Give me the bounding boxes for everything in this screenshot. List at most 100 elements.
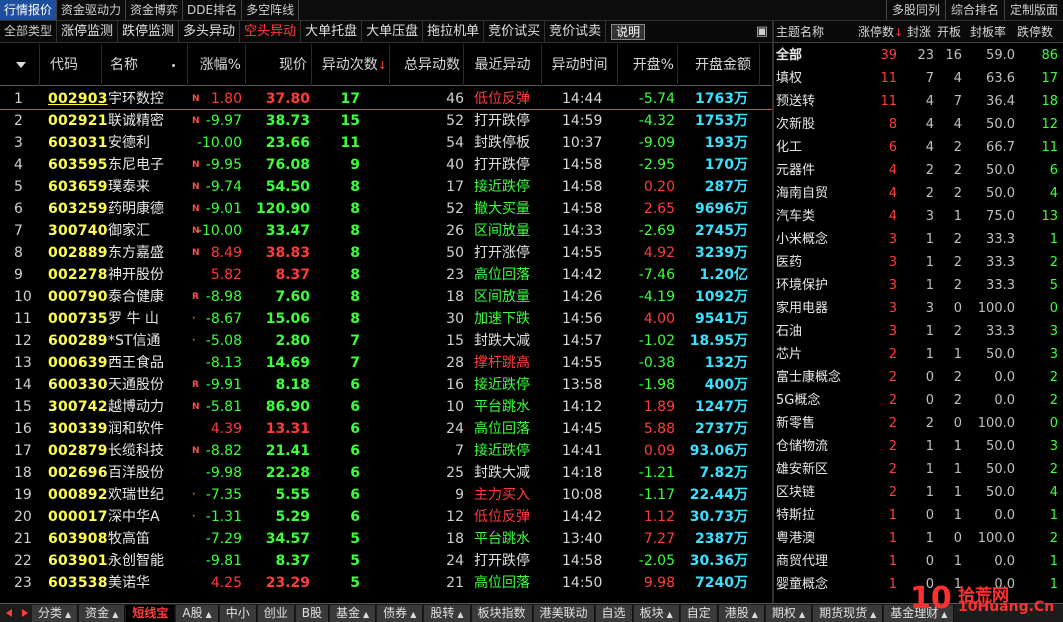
table-row[interactable]: 11 000735 罗 牛 山 · -8.67 15.06 8 30 加速下跌 14:56 4.00…: [0, 308, 772, 330]
theme-name[interactable]: 环境保护: [776, 274, 828, 297]
table-row[interactable]: 1 002903 宇环数控 N 1.80 37.80 17 46 低位反弹 14:44 -5.74 1…: [0, 88, 772, 110]
table-row[interactable]: 7 300740 御家汇 N -10.00 33.47 8 26 区间放量 14:33 -2.69 2…: [0, 220, 772, 242]
stock-name[interactable]: 百洋股份: [108, 462, 164, 484]
theme-name[interactable]: 雄安新区: [776, 458, 828, 481]
bottom-tab-14[interactable]: 自定: [680, 604, 718, 622]
bottom-tab-8[interactable]: 债券 ▲: [377, 604, 424, 622]
theme-name[interactable]: 小米概念: [776, 228, 828, 251]
stock-code[interactable]: 603595: [48, 154, 108, 176]
stock-name[interactable]: 东尼电子: [108, 154, 164, 176]
stock-code[interactable]: 000639: [48, 352, 108, 374]
monitor-tab-3[interactable]: 多头异动: [179, 21, 241, 42]
stock-code[interactable]: 603659: [48, 176, 108, 198]
stock-name[interactable]: 西王食品: [108, 352, 164, 374]
monitor-tab-5[interactable]: 大单托盘: [301, 21, 363, 42]
stock-name[interactable]: 欢瑞世纪: [108, 484, 164, 506]
stock-name[interactable]: 联诚精密: [108, 110, 164, 132]
top-tab-4[interactable]: 多空阵线: [242, 0, 300, 20]
theme-name[interactable]: 芯片: [776, 343, 802, 366]
stock-name[interactable]: 长缆科技: [108, 440, 164, 462]
stock-name[interactable]: 天通股份: [108, 374, 164, 396]
theme-row[interactable]: 仓储物流 2 1 1 50.0 3: [774, 435, 1063, 458]
top-tab-2[interactable]: 资金博弈: [126, 0, 184, 20]
col-header-total[interactable]: 总异动数: [390, 44, 464, 86]
prev-arrow-icon[interactable]: [4, 607, 16, 620]
table-row[interactable]: 13 000639 西王食品 -8.13 14.69 7 28 撑杆跳高 14:55 -0.38 1…: [0, 352, 772, 374]
stock-name[interactable]: 永创智能: [108, 550, 164, 572]
stock-code[interactable]: 300742: [48, 396, 108, 418]
table-row[interactable]: 20 000017 深中华A · -1.31 5.29 6 12 低位反弹 14:42 1.12 30…: [0, 506, 772, 528]
theme-col-opened[interactable]: 开板: [937, 21, 961, 43]
theme-row[interactable]: 预送转 11 4 7 36.4 18: [774, 90, 1063, 113]
col-header-time[interactable]: 异动时间: [542, 44, 618, 86]
bottom-tab-4[interactable]: 中小: [219, 604, 257, 622]
theme-row[interactable]: 汽车类 4 3 1 75.0 13: [774, 205, 1063, 228]
theme-name[interactable]: 区块链: [776, 481, 815, 504]
bottom-tab-11[interactable]: 港美联动: [533, 604, 595, 622]
table-row[interactable]: 2 002921 联诚精密 N -9.97 38.73 15 52 打开跌停 14:59 -4.32…: [0, 110, 772, 132]
stock-name[interactable]: 药明康德: [108, 198, 164, 220]
stock-name[interactable]: 润和软件: [108, 418, 164, 440]
theme-col-rate[interactable]: 封板率: [970, 21, 1006, 43]
stock-code[interactable]: 600289: [48, 330, 108, 352]
theme-name[interactable]: 5G概念: [776, 389, 820, 412]
theme-col-name[interactable]: 主题名称: [776, 21, 824, 43]
col-header-count[interactable]: 异动次数↓: [312, 44, 390, 86]
stock-name[interactable]: 美诺华: [108, 572, 150, 594]
stock-code[interactable]: 002879: [48, 440, 108, 462]
bottom-tab-10[interactable]: 板块指数: [471, 604, 533, 622]
col-header-open[interactable]: 开盘%: [618, 44, 678, 86]
table-row[interactable]: 17 002879 长缆科技 N -8.82 21.41 6 7 接近跌停 14:41 0.09 93…: [0, 440, 772, 462]
bottom-tab-0[interactable]: 分类 ▲: [32, 604, 79, 622]
theme-row[interactable]: 元器件 4 2 2 50.0 6: [774, 159, 1063, 182]
bottom-tab-12[interactable]: 自选: [595, 604, 633, 622]
table-row[interactable]: 10 000790 泰合健康 R -8.98 7.60 8 18 区间放量 14:26 -4.19 1…: [0, 286, 772, 308]
theme-name[interactable]: 海南自贸: [776, 182, 828, 205]
column-menu-icon[interactable]: [0, 44, 40, 86]
theme-name[interactable]: 全部: [776, 44, 802, 67]
stock-code[interactable]: 000892: [48, 484, 108, 506]
top-right-tab-2[interactable]: 定制版面: [1003, 0, 1063, 20]
table-row[interactable]: 15 300742 越博动力 N -5.81 86.90 6 10 平台跳水 14:12 1.89 1…: [0, 396, 772, 418]
table-row[interactable]: 3 603031 安德利 -10.00 23.66 11 54 封跌停板 10:37 -9.09 1…: [0, 132, 772, 154]
stock-code[interactable]: 002903: [48, 88, 108, 110]
bottom-tab-13[interactable]: 板块 ▲: [633, 604, 680, 622]
bottom-tab-9[interactable]: 股转 ▲: [424, 604, 471, 622]
theme-name[interactable]: 医药: [776, 251, 802, 274]
theme-name[interactable]: 元器件: [776, 159, 815, 182]
table-row[interactable]: 12 600289 *ST信通 · -5.08 2.80 7 15 封跌大减 14:57 -1.02…: [0, 330, 772, 352]
theme-row[interactable]: 次新股 8 4 4 50.0 12: [774, 113, 1063, 136]
bottom-tab-7[interactable]: 基金 ▲: [330, 604, 377, 622]
stock-name[interactable]: 深中华A: [108, 506, 160, 528]
table-row[interactable]: 5 603659 璞泰来 N -9.74 54.50 8 17 接近跌停 14:58 0.20 287…: [0, 176, 772, 198]
bottom-tab-2[interactable]: 短线宝: [126, 604, 176, 622]
theme-row[interactable]: 环境保护 3 1 2 33.3 5: [774, 274, 1063, 297]
stock-code[interactable]: 603538: [48, 572, 108, 594]
stock-code[interactable]: 002278: [48, 264, 108, 286]
table-row[interactable]: 8 002889 东方嘉盛 N 8.49 38.83 8 50 打开涨停 14:55 4.92 323…: [0, 242, 772, 264]
theme-name[interactable]: 婴童概念: [776, 573, 828, 596]
explain-button[interactable]: 说明: [611, 23, 646, 40]
stock-code[interactable]: 603901: [48, 550, 108, 572]
theme-name[interactable]: 填权: [776, 67, 802, 90]
theme-name[interactable]: 次新股: [776, 113, 815, 136]
panel-toggle-icon[interactable]: ▣: [752, 21, 772, 42]
theme-name[interactable]: 仓储物流: [776, 435, 828, 458]
theme-row[interactable]: 商贸代理 1 0 1 0.0 1: [774, 550, 1063, 573]
theme-row[interactable]: 芯片 2 1 1 50.0 3: [774, 343, 1063, 366]
table-row[interactable]: 14 600330 天通股份 R -9.91 8.18 6 16 接近跌停 13:58 -1.98 4…: [0, 374, 772, 396]
col-header-amount[interactable]: 开盘金额: [678, 44, 760, 86]
theme-name[interactable]: 富士康概念: [776, 366, 841, 389]
table-row[interactable]: 16 300339 润和软件 4.39 13.31 6 24 高位回落 14:45 5.88 273…: [0, 418, 772, 440]
theme-name[interactable]: 特斯拉: [776, 504, 815, 527]
table-row[interactable]: 23 603538 美诺华 4.25 23.29 5 21 高位回落 14:50 9.98 7240…: [0, 572, 772, 594]
stock-name[interactable]: 宇环数控: [108, 88, 164, 110]
stock-code[interactable]: 300740: [48, 220, 108, 242]
theme-col-limitup[interactable]: 涨停数↓: [858, 21, 903, 43]
stock-code[interactable]: 000735: [48, 308, 108, 330]
col-header-pct[interactable]: 涨幅%: [188, 44, 246, 86]
stock-code[interactable]: 300339: [48, 418, 108, 440]
col-header-name[interactable]: 名称: [102, 44, 188, 86]
table-row[interactable]: 18 002696 百洋股份 -9.98 22.28 6 25 封跌大减 14:18 -1.21 7…: [0, 462, 772, 484]
stock-code[interactable]: 603259: [48, 198, 108, 220]
